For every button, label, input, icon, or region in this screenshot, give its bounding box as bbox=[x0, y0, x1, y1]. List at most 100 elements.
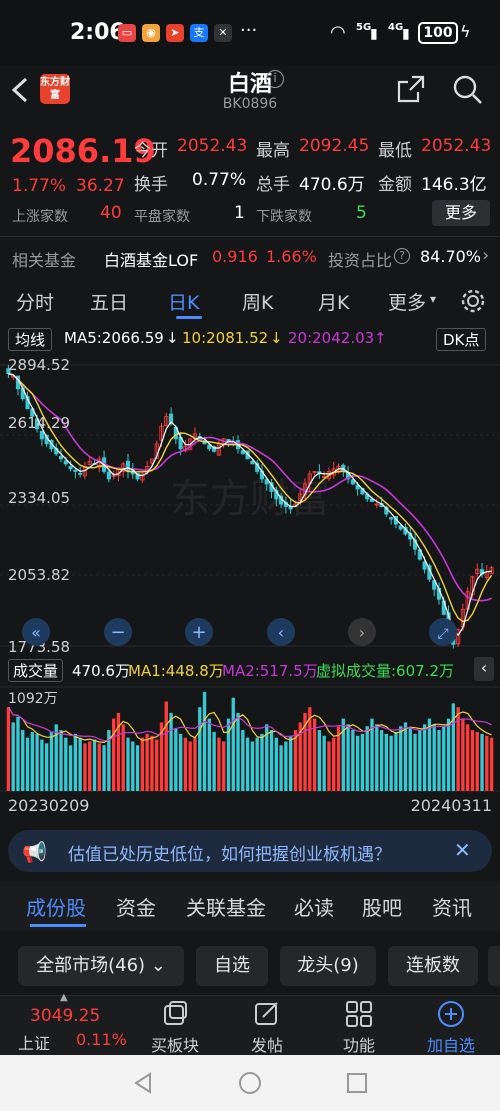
banner-text[interactable]: 估值已处历史低位，如何把握创业板机遇？ bbox=[68, 840, 391, 865]
ratio-help-icon[interactable]: ? bbox=[394, 248, 410, 264]
volume-bar bbox=[21, 730, 25, 791]
x-start-date: 20230209 bbox=[8, 796, 90, 815]
trade-icon bbox=[164, 1001, 187, 1025]
x-end-date: 20240311 bbox=[410, 796, 492, 815]
chevron-right-icon[interactable]: › bbox=[482, 245, 489, 266]
volume-bar bbox=[155, 739, 159, 791]
battery-indicator: 100 bbox=[418, 22, 458, 44]
zoom-out-button[interactable]: − bbox=[104, 618, 132, 646]
rewind-button[interactable]: « bbox=[22, 618, 50, 646]
tab-monthly-k[interactable]: 月K bbox=[318, 288, 349, 315]
volume-bar bbox=[183, 737, 188, 791]
tab-daily-k[interactable]: 日K bbox=[168, 288, 199, 315]
open-label: 今开 bbox=[134, 141, 168, 161]
volume-bar bbox=[279, 745, 283, 791]
tab-constituents[interactable]: 成份股 bbox=[26, 892, 86, 921]
volume-bar bbox=[422, 724, 427, 791]
ratio-value: 84.70% bbox=[420, 247, 482, 266]
app-notification-icon: ▭ bbox=[118, 24, 136, 42]
volume-bar bbox=[164, 701, 168, 791]
fund-label: 相关基金 bbox=[12, 251, 77, 270]
nav-functions[interactable]: 功能 bbox=[314, 1000, 404, 1056]
volume-selector[interactable]: 成交量 bbox=[8, 659, 64, 682]
prev-button[interactable]: ‹ bbox=[267, 618, 295, 646]
streak-filter-button[interactable]: 连板数 bbox=[388, 946, 478, 986]
volume-bar bbox=[250, 741, 255, 791]
volume-bar bbox=[413, 733, 417, 791]
low-label: 最低 bbox=[378, 141, 412, 161]
search-icon[interactable] bbox=[452, 74, 484, 106]
volume-bar bbox=[102, 745, 106, 791]
nav-add-watchlist-label: 加自选 bbox=[426, 1036, 475, 1055]
volume-bar bbox=[394, 731, 398, 791]
chevron-left-icon: ‹ bbox=[278, 623, 284, 642]
volume-bar bbox=[260, 733, 264, 791]
tab-must-read[interactable]: 必读 bbox=[294, 892, 334, 921]
volume-chart: 1092万 bbox=[0, 686, 500, 792]
kline-chart[interactable]: 东方财富 2894.52 2614.29 2334.05 2053.82 177… bbox=[0, 352, 500, 652]
volume-bar bbox=[355, 735, 360, 791]
nav-buy-sector[interactable]: 买板块 bbox=[130, 1000, 220, 1056]
volume-bar bbox=[169, 712, 173, 791]
more-filter-edge[interactable] bbox=[488, 946, 500, 986]
tab-news[interactable]: 资讯 bbox=[432, 892, 472, 921]
index-value[interactable]: 3049.25 bbox=[30, 1006, 100, 1026]
watchlist-filter-button[interactable]: 自选 bbox=[196, 946, 268, 986]
volume-bar bbox=[241, 730, 245, 791]
volume-bar bbox=[59, 730, 63, 791]
volume-bar bbox=[236, 712, 240, 791]
info-icon[interactable]: i bbox=[266, 70, 284, 88]
market-dropdown[interactable]: 全部市场(46) ⌄ bbox=[18, 946, 184, 986]
settings-gear-icon[interactable] bbox=[460, 288, 486, 314]
change-value: 36.27 bbox=[76, 176, 125, 196]
low-value: 2052.43 bbox=[421, 136, 492, 156]
tab-more[interactable]: 更多 bbox=[388, 288, 426, 315]
collapse-indicator-icon[interactable]: ‹ bbox=[474, 657, 494, 681]
volume-bar bbox=[403, 722, 408, 791]
candle-body bbox=[39, 430, 44, 440]
flat-count-label: 平盘家数 bbox=[134, 209, 190, 225]
ma5-arrow-icon: ↓ bbox=[166, 329, 179, 347]
close-icon[interactable]: ✕ bbox=[454, 838, 471, 862]
volume-bar bbox=[418, 730, 422, 791]
candle-body bbox=[398, 525, 403, 530]
vol-ma1: MA1:448.8万 bbox=[128, 662, 224, 680]
tab-forum[interactable]: 股吧 bbox=[362, 892, 402, 921]
volume-bar bbox=[360, 733, 365, 791]
volume-bar bbox=[322, 735, 326, 791]
next-button[interactable]: › bbox=[348, 618, 376, 646]
leader-filter-button[interactable]: 龙头(9) bbox=[280, 946, 376, 986]
share-icon[interactable] bbox=[396, 74, 426, 104]
nav-add-watchlist[interactable]: 加自选 bbox=[406, 1000, 496, 1056]
tab-capital[interactable]: 资金 bbox=[116, 892, 156, 921]
high-label: 最高 bbox=[256, 141, 290, 161]
volume-bar bbox=[111, 718, 116, 791]
tab-weekly-k[interactable]: 周K bbox=[242, 288, 273, 315]
candle-body bbox=[125, 460, 131, 472]
volume-bar bbox=[312, 718, 317, 791]
tab-intraday[interactable]: 分时 bbox=[16, 288, 54, 315]
system-recents-icon[interactable] bbox=[346, 1072, 368, 1094]
system-home-icon[interactable] bbox=[238, 1071, 262, 1095]
ma-selector[interactable]: 均线 bbox=[8, 328, 53, 351]
tab-related-funds[interactable]: 关联基金 bbox=[186, 892, 266, 921]
promo-banner[interactable]: 📢 估值已处历史低位，如何把握创业板机遇？ ✕ bbox=[8, 830, 492, 872]
ma-indicator-row: 均线 MA5:2066.59 ↓ 10:2081.52 ↓ 20:2042.03… bbox=[0, 326, 500, 351]
up-count: 40 bbox=[100, 203, 122, 223]
related-fund-row[interactable]: 相关基金 白酒基金LOF 0.916 1.66% 投资占比 ? 84.70% › bbox=[0, 236, 500, 276]
turnover-value: 0.77% bbox=[192, 170, 247, 190]
nav-post[interactable]: 发帖 bbox=[222, 1000, 312, 1056]
index-name: 上证 bbox=[18, 1034, 51, 1053]
fullscreen-button[interactable]: ⤢ bbox=[429, 618, 457, 646]
back-arrow-icon[interactable] bbox=[8, 76, 32, 104]
volume-bar bbox=[126, 737, 130, 791]
fund-name[interactable]: 白酒基金LOF bbox=[104, 247, 198, 271]
signal-4g-icon: 4G bbox=[388, 22, 404, 33]
dk-point-button[interactable]: DK点 bbox=[436, 328, 487, 351]
volume-bar bbox=[131, 741, 135, 791]
system-back-icon[interactable] bbox=[132, 1071, 154, 1095]
tab-five-day[interactable]: 五日 bbox=[90, 288, 128, 315]
more-stats-button[interactable]: 更多 bbox=[432, 200, 490, 226]
zoom-in-button[interactable]: + bbox=[185, 618, 213, 646]
volume-bar bbox=[489, 737, 494, 791]
